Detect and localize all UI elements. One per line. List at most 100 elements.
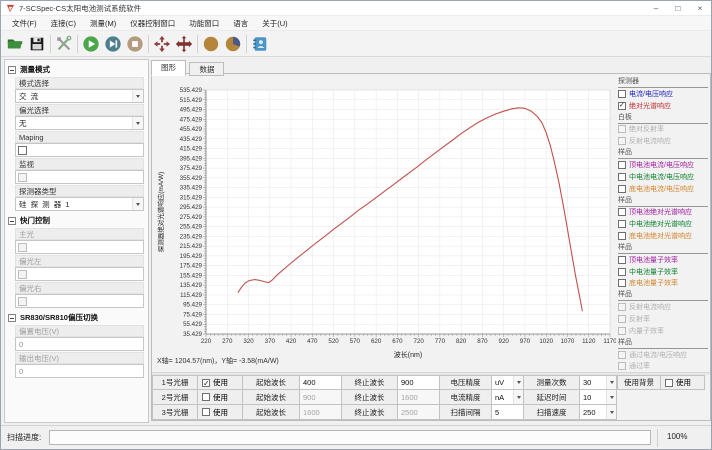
menu-item-file[interactable]: 文件(F)	[5, 16, 44, 31]
use-checkbox[interactable]	[202, 408, 210, 416]
use-checkbox[interactable]	[202, 393, 210, 401]
menu-item-measure[interactable]: 测量(M)	[83, 16, 123, 31]
checkbox[interactable]	[618, 185, 626, 193]
checkbox[interactable]	[618, 362, 626, 370]
step-run-button[interactable]	[102, 33, 124, 55]
use-checkbox[interactable]	[202, 379, 210, 387]
menu-item-connect[interactable]: 连接(C)	[44, 16, 83, 31]
section-header[interactable]: SR830/SR810偏压切换	[8, 311, 146, 324]
response-option: 顶电池电流/电压响应	[618, 159, 708, 171]
checkbox[interactable]	[618, 125, 626, 133]
chart-plot-area[interactable]	[206, 90, 610, 334]
use-background-checkbox[interactable]	[665, 379, 673, 387]
scan-progress-bar	[49, 430, 651, 445]
param1-dropdown[interactable]: uV	[492, 375, 524, 390]
checkbox[interactable]	[618, 102, 626, 110]
checkbox-row	[15, 240, 144, 254]
pie-chart-button[interactable]	[222, 33, 244, 55]
svg-text:455.429: 455.429	[180, 126, 203, 133]
svg-text:175.429: 175.429	[180, 263, 203, 270]
chevron-down-icon[interactable]	[513, 390, 523, 404]
checkbox[interactable]	[618, 173, 626, 181]
chevron-down-icon[interactable]	[606, 376, 616, 389]
open-folder-button[interactable]	[4, 33, 26, 55]
start-wavelength-input[interactable]: 900	[300, 390, 342, 405]
checkbox[interactable]	[18, 270, 27, 279]
checkbox[interactable]	[618, 351, 626, 359]
filled-circle-button[interactable]	[200, 33, 222, 55]
param2-dropdown[interactable]: 250	[580, 405, 617, 420]
move-arrows-button[interactable]	[173, 33, 195, 55]
end-wavelength-input[interactable]: 1600	[398, 390, 440, 405]
menu-item-language[interactable]: 语言	[226, 16, 255, 31]
chevron-down-icon[interactable]	[606, 390, 616, 404]
response-option-label: 顶电池绝对光谱响应	[629, 207, 692, 217]
close-button[interactable]: ×	[689, 1, 711, 16]
contacts-button[interactable]	[249, 33, 271, 55]
checkbox[interactable]	[18, 146, 27, 155]
checkbox[interactable]	[618, 161, 626, 169]
svg-text:115.429: 115.429	[180, 292, 202, 299]
end-wavelength-input[interactable]: 2500	[398, 405, 440, 420]
svg-text:335.429: 335.429	[180, 185, 203, 192]
collapse-icon[interactable]	[8, 314, 16, 322]
menu-item-instrument-control[interactable]: 仪器控制窗口	[123, 16, 182, 31]
collapse-icon[interactable]	[8, 66, 16, 74]
expand-arrows-button[interactable]	[151, 33, 173, 55]
chevron-down-icon[interactable]	[513, 376, 523, 389]
checkbox[interactable]	[618, 90, 626, 98]
checkbox[interactable]	[18, 173, 27, 182]
checkbox[interactable]	[618, 327, 626, 335]
checkbox[interactable]	[618, 268, 626, 276]
dropdown[interactable]: 硅 探 测 器 1	[15, 197, 144, 211]
section-header[interactable]: 快门控制	[8, 214, 146, 227]
svg-text:520: 520	[328, 338, 339, 345]
tools-button[interactable]	[53, 33, 75, 55]
checkbox[interactable]	[618, 279, 626, 287]
menu-item-about[interactable]: 关于(U)	[255, 16, 294, 31]
start-wavelength-input[interactable]: 400	[300, 375, 342, 390]
field-label: 偏光左	[15, 255, 144, 267]
dropdown[interactable]: 无	[15, 116, 144, 130]
text-input[interactable]: 0	[15, 337, 144, 351]
maximize-button[interactable]: □	[667, 1, 689, 16]
minimize-button[interactable]: –	[645, 1, 667, 16]
checkbox[interactable]	[618, 208, 626, 216]
checkbox[interactable]	[618, 232, 626, 240]
stop-icon	[126, 35, 144, 53]
response-option-label: 绝对光谱响应	[629, 101, 671, 111]
tab-data[interactable]: 数据	[189, 62, 224, 76]
checkbox[interactable]	[18, 243, 27, 252]
save-button[interactable]	[26, 33, 48, 55]
chevron-down-icon[interactable]	[606, 405, 616, 419]
param2-dropdown[interactable]: 10	[580, 390, 617, 405]
dropdown[interactable]: 交 流	[15, 89, 144, 103]
end-wavelength-input[interactable]: 900	[398, 375, 440, 390]
field-label: 监视	[15, 158, 144, 170]
start-wavelength-input[interactable]: 1600	[300, 405, 342, 420]
checkbox[interactable]	[618, 220, 626, 228]
checkbox[interactable]	[618, 303, 626, 311]
text-input[interactable]: 0	[15, 364, 144, 378]
param1-dropdown[interactable]: nA	[492, 390, 524, 405]
tab-graph[interactable]: 图形	[151, 60, 186, 76]
checkbox[interactable]	[618, 137, 626, 145]
svg-text:495.429: 495.429	[180, 107, 203, 114]
svg-text:720: 720	[413, 338, 424, 345]
run-button[interactable]	[80, 33, 102, 55]
collapse-icon[interactable]	[8, 217, 16, 225]
chevron-down-icon[interactable]	[132, 198, 143, 210]
response-option-label: 电流/电压响应	[629, 89, 673, 99]
param1-input[interactable]: 5	[492, 405, 524, 420]
stop-button[interactable]	[124, 33, 146, 55]
grating-name: 1号光栅	[152, 375, 198, 390]
menu-item-function-window[interactable]: 功能窗口	[182, 16, 226, 31]
chevron-down-icon[interactable]	[132, 90, 143, 102]
checkbox[interactable]	[618, 256, 626, 264]
checkbox[interactable]	[18, 297, 27, 306]
section-header[interactable]: 测量模式	[8, 63, 146, 76]
param2-dropdown[interactable]: 30	[580, 375, 617, 390]
checkbox[interactable]	[618, 315, 626, 323]
chevron-down-icon[interactable]	[132, 117, 143, 129]
dropdown-value: 交 流	[16, 91, 132, 102]
